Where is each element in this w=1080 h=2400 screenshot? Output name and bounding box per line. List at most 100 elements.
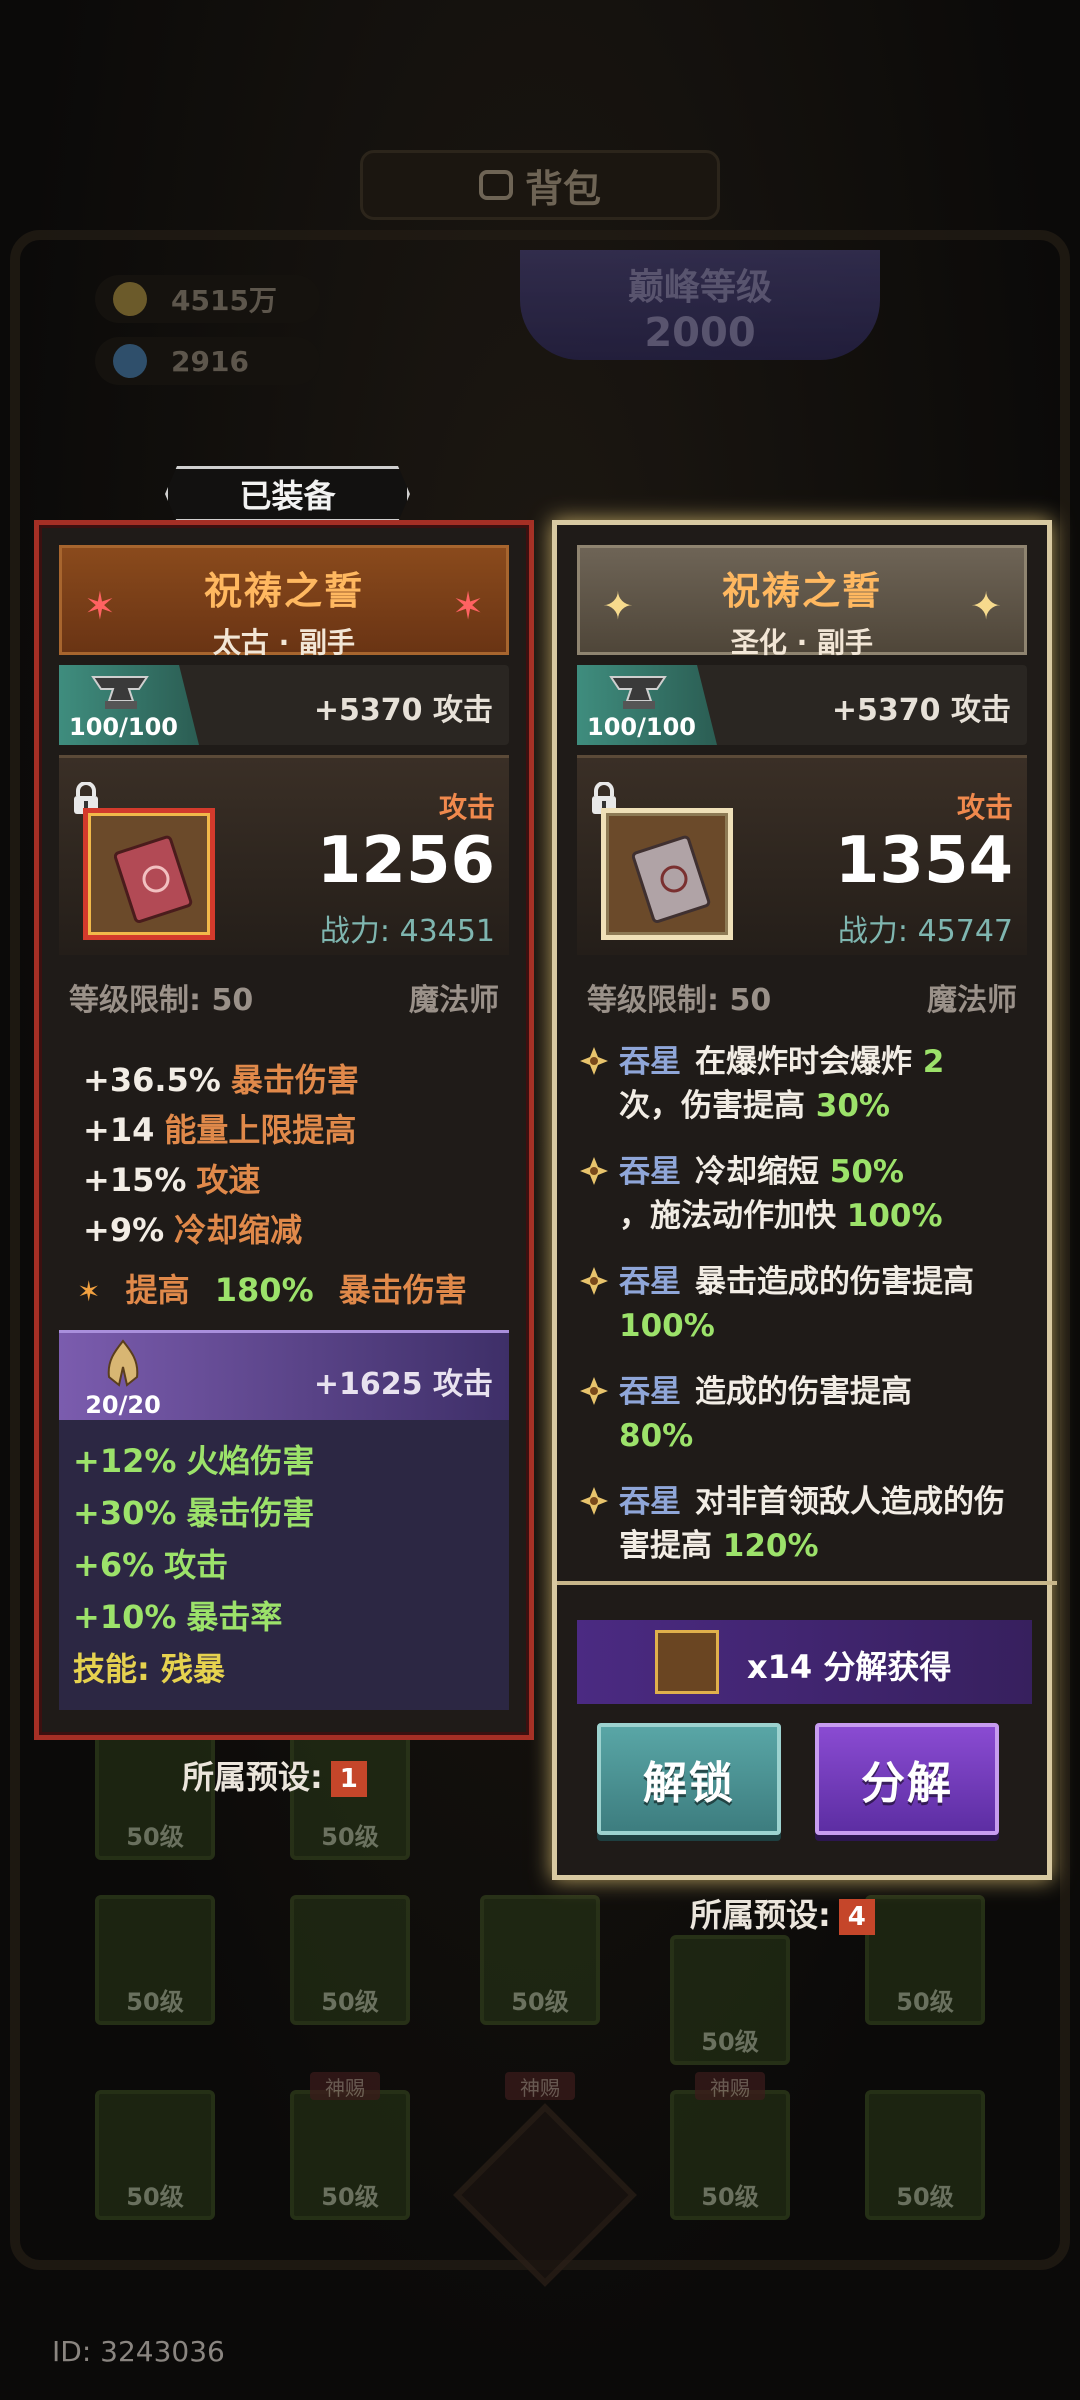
compare-item-card: ✦ ✦ 祝祷之誓 圣化 · 副手 100/100 +5370 攻击 攻击 135… xyxy=(552,520,1057,1880)
affix-text: ，施法动作加快 xyxy=(619,1198,836,1234)
stat-line: +12% 火焰伤害 xyxy=(73,1435,314,1487)
diamond-star-icon: ✦ xyxy=(970,584,1002,628)
star-icon: ✶ xyxy=(77,1275,101,1308)
anvil-icon xyxy=(609,676,667,709)
soul-attack: +1625 攻击 xyxy=(313,1367,493,1402)
coin-icon xyxy=(113,282,147,316)
attack-value: 1256 xyxy=(316,824,495,898)
inventory-slot[interactable]: 50级 xyxy=(865,2090,985,2220)
stat-line: +15% 攻速 xyxy=(83,1155,359,1205)
player-id: ID: 3243036 xyxy=(52,2335,225,2368)
star-icon: ✶ xyxy=(452,584,484,628)
soul-section: 20/20 +1625 攻击 +12% 火焰伤害 +30% 暴击伤害 +6% 攻击 +… xyxy=(59,1330,509,1710)
attack-label: 攻击 xyxy=(956,791,1013,824)
slot-level: 50级 xyxy=(321,1823,379,1851)
gem-icon xyxy=(113,344,147,378)
forge-attack: +5370 攻击 xyxy=(313,693,493,728)
bag-icon xyxy=(478,170,513,200)
peak-level-label: 巅峰等级 xyxy=(627,267,772,308)
combat-power: 战力: 45747 xyxy=(837,914,1013,949)
inventory-slot[interactable]: 50级 xyxy=(95,2090,215,2220)
scroll-icon xyxy=(655,1630,719,1694)
stat-name: 能量上限提高 xyxy=(164,1111,357,1149)
inventory-slot[interactable]: 50级 xyxy=(865,1895,985,2025)
gem-display: 2916 xyxy=(95,337,320,385)
item-icon xyxy=(83,808,215,940)
level-requirement: 等级限制: 50 xyxy=(587,983,772,1018)
bonus-prefix: 提高 xyxy=(125,1271,190,1309)
anvil-icon xyxy=(91,676,149,709)
decompose-reward-row: x14 分解获得 xyxy=(577,1620,1032,1704)
affix-text: 造成的伤害提高 xyxy=(695,1374,912,1410)
stat-value: +10% xyxy=(73,1598,177,1636)
slot-level: 50级 xyxy=(701,2183,759,2211)
peak-level-badge[interactable]: 巅峰等级 2000 xyxy=(520,250,880,360)
diamond-star-icon xyxy=(580,1157,608,1185)
equipped-tag: 已装备 xyxy=(165,466,410,522)
item-detail-box: 攻击 1256 战力: 43451 xyxy=(59,755,509,955)
preset-label: 所属预设: xyxy=(182,1758,323,1796)
affix-item: 吞星 对非首领敌人造成的伤害提高 120% xyxy=(579,1480,1035,1568)
affix-list: 吞星 在爆炸时会爆炸 2 次，伤害提高 30% 吞星 冷却缩短 50% ，施法动作加快 … xyxy=(579,1040,1035,1590)
slot-level: 50级 xyxy=(126,1988,184,2016)
slot-level: 50级 xyxy=(321,1988,379,2016)
stat-line: +30% 暴击伤害 xyxy=(73,1487,314,1539)
attack-value: 1354 xyxy=(834,824,1013,898)
skill-label: 技能: xyxy=(73,1650,150,1688)
slot-tag: 神赐 xyxy=(310,2072,380,2100)
stat-line: +10% 暴击率 xyxy=(73,1591,314,1643)
affix-value: 2 xyxy=(922,1044,945,1080)
gem-value: 2916 xyxy=(171,344,249,378)
slot-tag: 神赐 xyxy=(695,2072,765,2100)
inventory-slot[interactable]: 50级 xyxy=(670,1935,790,2065)
requirement-row: 等级限制: 50 魔法师 xyxy=(577,975,1027,1025)
item-subtitle: 圣化 · 副手 xyxy=(730,626,874,659)
inventory-slot[interactable]: 50级 xyxy=(290,2090,410,2220)
affix-value: 100% xyxy=(846,1198,943,1234)
stat-name: 暴击伤害 xyxy=(186,1494,315,1532)
inventory-slot[interactable]: 50级 xyxy=(95,1895,215,2025)
stat-list: +36.5% 暴击伤害 +14 能量上限提高 +15% 攻速 +9% 冷却缩减 xyxy=(83,1055,359,1255)
book-icon xyxy=(114,835,193,923)
affix-tag: 吞星 xyxy=(619,1154,681,1190)
forge-level: 100/100 xyxy=(69,713,178,741)
inventory-slot[interactable]: 50级 xyxy=(670,2090,790,2220)
inventory-slot[interactable]: 50级 xyxy=(480,1895,600,2025)
stat-name: 火焰伤害 xyxy=(186,1442,315,1480)
affix-item: 吞星 在爆炸时会爆炸 2 次，伤害提高 30% xyxy=(579,1040,1035,1128)
affix-value: 30% xyxy=(815,1088,890,1124)
affix-value: 100% xyxy=(619,1308,715,1344)
affix-tag: 吞星 xyxy=(619,1484,681,1520)
slot-level: 50级 xyxy=(321,2183,379,2211)
divider xyxy=(557,1581,1057,1585)
affix-item: 吞星 暴击造成的伤害提高 100% xyxy=(579,1260,1035,1348)
stat-line: +9% 冷却缩减 xyxy=(83,1205,359,1255)
inventory-slot[interactable]: 50级 xyxy=(290,1895,410,2025)
affix-value: 80% xyxy=(619,1418,694,1454)
diamond-star-icon xyxy=(580,1377,608,1405)
stat-name: 暴击伤害 xyxy=(230,1061,359,1099)
decompose-button[interactable]: 分解 xyxy=(815,1723,999,1835)
bag-title: 背包 xyxy=(360,150,720,220)
affix-text: 暴击造成的伤害提高 xyxy=(695,1264,974,1300)
bag-title-text: 背包 xyxy=(524,166,601,211)
stat-value: +6% xyxy=(73,1546,155,1584)
unlock-button[interactable]: 解锁 xyxy=(597,1723,781,1835)
stat-value: +30% xyxy=(73,1494,177,1532)
stat-line: +36.5% 暴击伤害 xyxy=(83,1055,359,1105)
attack-label: 攻击 xyxy=(438,791,495,824)
preset-label: 所属预设: xyxy=(690,1896,831,1934)
forge-badge: 100/100 xyxy=(59,665,199,745)
forge-level: 100/100 xyxy=(587,713,696,741)
star-icon: ✶ xyxy=(84,584,116,628)
soul-count: 20/20 xyxy=(85,1391,161,1419)
stat-name: 攻击 xyxy=(164,1546,229,1584)
peak-level-value: 2000 xyxy=(644,310,756,356)
item-name: 祝祷之誓 xyxy=(203,569,364,613)
bonus-suffix: 暴击伤害 xyxy=(338,1271,467,1309)
preset-number: 4 xyxy=(838,1899,875,1935)
affix-value: 50% xyxy=(829,1154,904,1190)
item-detail-box: 攻击 1354 战力: 45747 xyxy=(577,755,1027,955)
affix-value: 120% xyxy=(722,1528,819,1564)
stat-line: +6% 攻击 xyxy=(73,1539,314,1591)
